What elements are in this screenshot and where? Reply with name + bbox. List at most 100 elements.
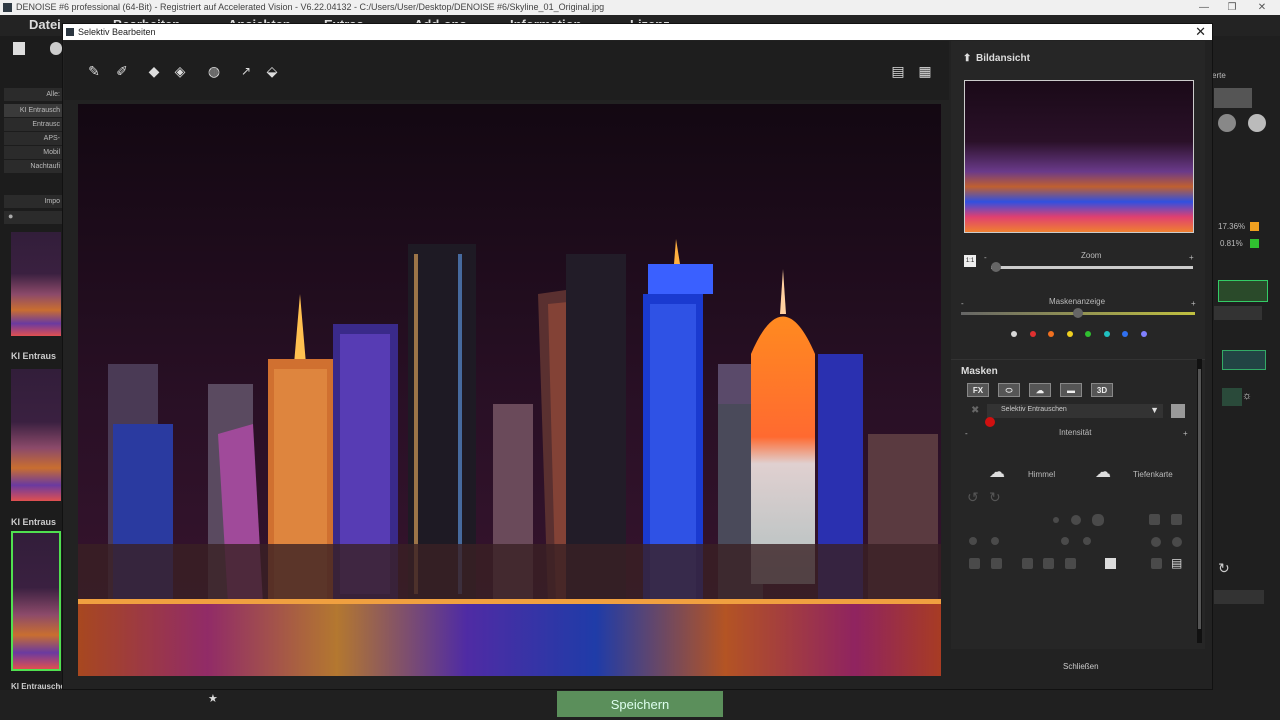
mask-save-icon[interactable]: ▤ [1171,556,1182,570]
percentage-2: 0.81% [1220,239,1243,248]
mask-color-dot[interactable] [1122,331,1128,337]
mask-color-dot[interactable] [1011,331,1017,337]
mask-select[interactable]: Selektiv Entrauschen ▼ [987,404,1163,418]
filter-alle[interactable]: Alle: [4,88,62,101]
opacity-a-icon[interactable] [1061,537,1069,545]
preset-thumbnail-selected[interactable] [11,531,61,671]
preset-thumbnail[interactable] [11,232,61,336]
preview-thumbnail[interactable] [964,80,1194,233]
depth-brain-icon[interactable]: ☁ [1095,462,1111,482]
mask-color-dot[interactable] [1085,331,1091,337]
right-dropdown-2[interactable] [1214,590,1264,604]
right-field[interactable] [1214,88,1252,108]
selective-edit-dialog: Selektiv Bearbeiten ✕ ✎ ✐ ◆ ◈ ◍ ↗ ⬙ ▤ ▦ [62,23,1213,690]
mask-link-icon[interactable] [1218,280,1268,302]
rotate-left-icon[interactable]: ↺ [967,489,979,506]
opacity-b-icon[interactable] [1083,537,1091,545]
mask-brain-icon[interactable]: ☁ [1029,383,1051,397]
mask-ellipse-icon[interactable]: ⬭ [998,383,1020,397]
menu-datei[interactable]: Datei [29,17,61,32]
mask-color-dot[interactable] [1066,331,1073,337]
window-close-button[interactable]: ✕ [1248,0,1276,15]
dialog-titlebar: Selektiv Bearbeiten ✕ [63,24,1212,40]
tool-b-icon[interactable] [1171,514,1182,525]
brush-size-medium-icon[interactable] [1071,515,1081,525]
mask-op-3-icon[interactable] [1022,558,1033,569]
star-icon[interactable]: ★ [208,692,218,705]
intensitaet-plus[interactable]: + [1183,429,1188,438]
mask-op-2-icon[interactable] [991,558,1002,569]
filter-import[interactable]: Impo [4,195,62,208]
mask-gradient-icon[interactable]: ▬ [1060,383,1082,397]
filter-nachtaufnahme[interactable]: Nachtaufi [4,160,62,173]
new-file-icon[interactable] [13,42,25,55]
mask-color-dot[interactable] [1048,331,1054,337]
bildansicht-arrow-icon[interactable]: ⬆ [963,53,971,64]
brush-size-large-icon[interactable] [1092,514,1104,526]
mask-fx-button[interactable]: FX [967,383,989,397]
flow-b-icon[interactable] [1172,537,1182,547]
zoom-slider-handle[interactable] [991,262,1001,272]
maskenanzeige-minus[interactable]: - [961,299,964,308]
search-file-icon[interactable] [50,42,62,55]
window-titlebar: DENOISE #6 professional (64-Bit) - Regis… [0,0,1280,15]
dialog-close-button[interactable]: ✕ [1195,24,1206,40]
mask-op-5-icon[interactable] [1065,558,1076,569]
mask-op-1-icon[interactable] [969,558,980,569]
eraser-icon[interactable]: ◆ [144,61,164,81]
preset-thumbnail[interactable] [11,369,61,501]
sky-brain-icon[interactable]: ☁ [989,462,1005,482]
undo-icon[interactable]: ↻ [1218,560,1230,577]
dialog-app-icon [66,28,74,36]
wand-icon[interactable]: ↗ [236,61,256,81]
mask-color-dot[interactable] [1029,331,1036,337]
schliessen-button[interactable]: Schließen [1063,662,1099,671]
load-mask-icon[interactable]: ▤ [888,61,908,81]
aperture-icon[interactable] [1248,114,1266,132]
zoom-label: Zoom [1081,251,1102,260]
brush-size-small-icon[interactable] [1053,517,1059,523]
save-button[interactable]: Speichern [557,691,723,717]
right-dropdown[interactable] [1214,306,1262,320]
filter-aps[interactable]: APS- [4,132,62,145]
gradient-brush-icon[interactable]: ✐ [112,61,132,81]
mask-load-icon[interactable] [1151,558,1162,569]
hardness-a-icon[interactable] [969,537,977,545]
filter-mobil[interactable]: Mobil [4,146,62,159]
rotate-right-icon[interactable]: ↻ [989,489,1001,506]
hardness-b-icon[interactable] [991,537,999,545]
image-canvas[interactable] [78,104,941,676]
flow-a-icon[interactable] [1151,537,1161,547]
fill-bucket-icon[interactable]: ⬙ [262,61,282,81]
zoom-slider[interactable] [991,266,1193,269]
circle-tool-icon[interactable] [1218,114,1236,132]
masks-scrollbar[interactable] [1197,359,1202,643]
view-toggle-icon[interactable] [1222,350,1266,370]
maskenanzeige-slider-handle[interactable] [1073,308,1083,318]
zoom-plus[interactable]: + [1189,253,1194,262]
zoom-minus[interactable]: - [984,253,987,262]
filter-ki-entrauschen[interactable]: KI Entrausch [4,104,62,117]
filter-entrauschen[interactable]: Entrausc [4,118,62,131]
gradient-eraser-icon[interactable]: ◈ [170,61,190,81]
mask-color-dot[interactable] [1140,331,1147,337]
mask-invert-icon[interactable] [1105,558,1116,569]
brush-icon[interactable]: ✎ [84,61,104,81]
mask-3d-button[interactable]: 3D [1091,383,1113,397]
intensitaet-minus[interactable]: - [965,429,968,438]
maskenanzeige-plus[interactable]: + [1191,299,1196,308]
mask-op-4-icon[interactable] [1043,558,1054,569]
maximize-button[interactable]: ❐ [1218,0,1246,15]
maskenanzeige-label: Maskenanzeige [1049,297,1106,306]
tool-a-icon[interactable] [1149,514,1160,525]
selection-icon[interactable]: ◍ [204,61,224,81]
right-panel: erte 17.36% 0.81% ☼ ↻ [1212,36,1280,720]
mask-delete-icon[interactable] [1171,404,1185,418]
save-mask-icon[interactable]: ▦ [915,61,935,81]
bildansicht-title: Bildansicht [976,53,1030,64]
zoom-1to1-button[interactable]: 1:1 [964,255,976,267]
minimize-button[interactable]: — [1190,0,1218,15]
mask-visibility-icon[interactable]: ✖ [971,405,979,416]
search-field[interactable]: ● [4,211,62,224]
mask-color-dot[interactable] [1103,331,1110,337]
